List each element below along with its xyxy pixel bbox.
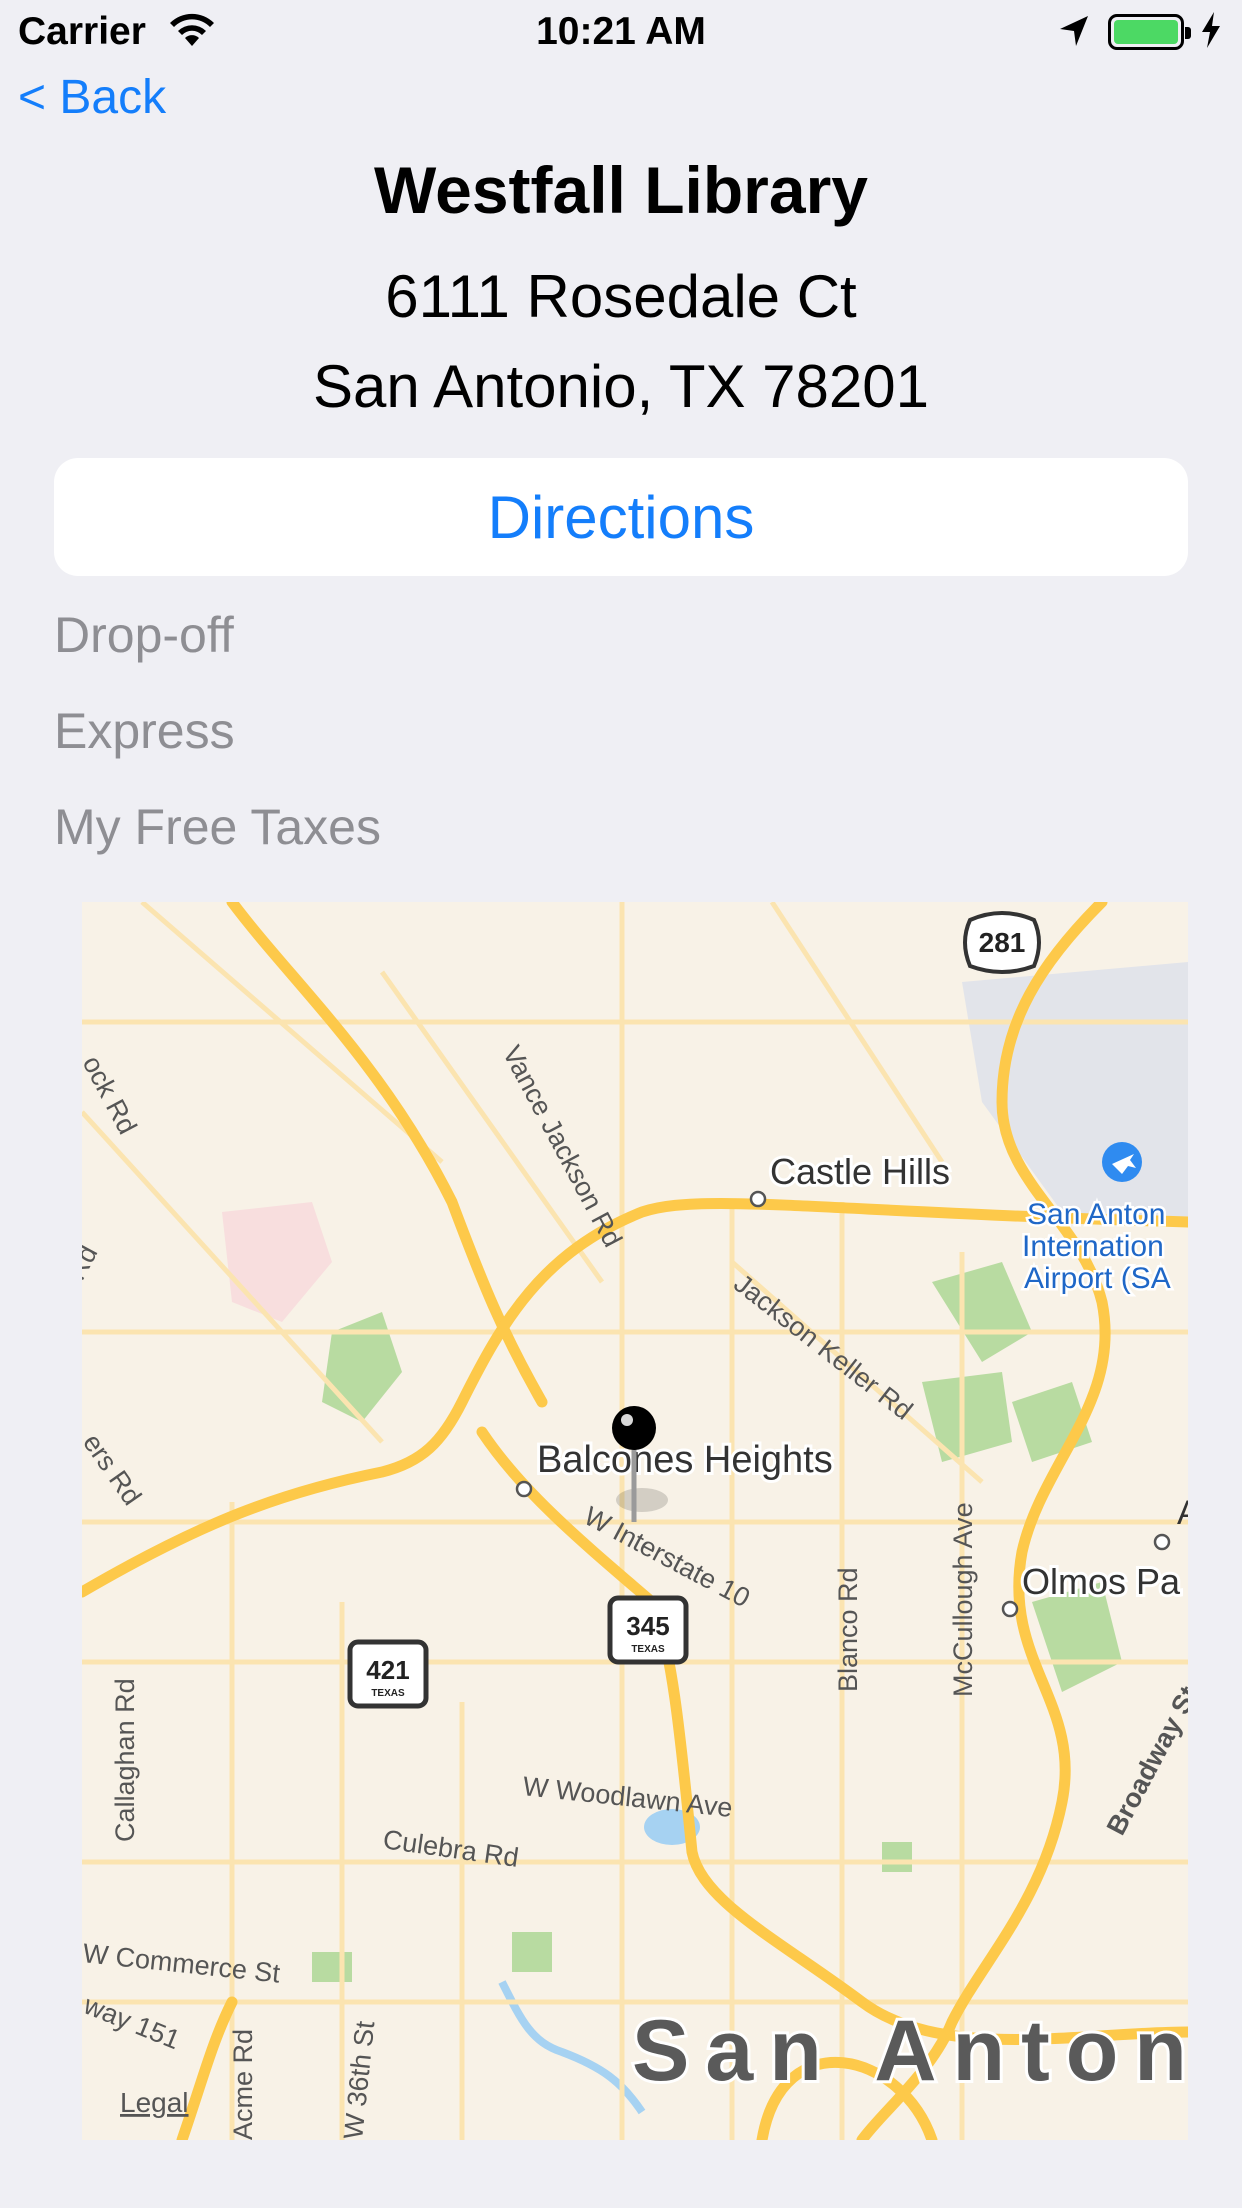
city-label-san-antonio: San Antoni [632,2003,1188,2099]
park-area [882,1842,912,1872]
clock-label: 10:21 AM [536,10,706,53]
service-item: My Free Taxes [54,799,381,855]
map-view[interactable]: Castle Hills Balcones Heights Olmos Pa A… [82,902,1188,2140]
status-bar: Carrier 10:21 AM [0,0,1242,62]
svg-text:TEXAS: TEXAS [371,1688,405,1699]
place-dot [749,1190,767,1208]
road-label: Acme Rd [228,2029,258,2140]
battery-icon [1108,14,1191,50]
svg-text:421: 421 [366,1655,409,1685]
service-item: Drop-off [54,607,234,663]
park-area [312,1952,352,1982]
directions-button[interactable]: Directions [54,458,1188,576]
place-label-a: A [1177,1494,1188,1532]
road-label: Blanco Rd [833,1567,863,1692]
svg-text:345: 345 [626,1611,669,1641]
address-line-1: 6111 Rosedale Ct [385,263,857,330]
location-name: Westfall Library [374,153,868,227]
back-button[interactable]: < Back [18,70,166,125]
svg-text:281: 281 [979,927,1026,958]
service-item: Express [54,703,235,759]
place-label-castle-hills: Castle Hills [770,1151,950,1192]
address-line-2: San Antonio, TX 78201 [312,353,930,420]
map-canvas: Castle Hills Balcones Heights Olmos Pa A… [82,902,1188,2140]
tx-345-shield: 345 TEXAS [607,1595,689,1665]
road-label: Callaghan Rd [110,1678,140,1842]
location-arrow-icon [1060,16,1088,46]
legal-link[interactable]: Legal [120,2087,189,2118]
place-label-balcones-heights: Balcones Heights [537,1439,833,1481]
place-label-olmos-park: Olmos Pa [1022,1561,1181,1602]
airport-label: Internation [1022,1230,1164,1263]
place-dot [515,1480,533,1498]
tx-421-shield: 421 TEXAS [347,1639,429,1709]
svg-text:TEXAS: TEXAS [631,1644,665,1655]
road-label: McCullough Ave [948,1502,978,1697]
airport-label: San Anton [1027,1198,1165,1231]
place-dot [1153,1533,1171,1551]
airport-label: Airport (SA [1024,1262,1171,1295]
place-dot [1001,1600,1019,1618]
us-281-shield: 281 [963,911,1041,974]
park-area [512,1932,552,1972]
charging-bolt-icon [1202,12,1220,48]
directions-label: Directions [487,483,755,551]
